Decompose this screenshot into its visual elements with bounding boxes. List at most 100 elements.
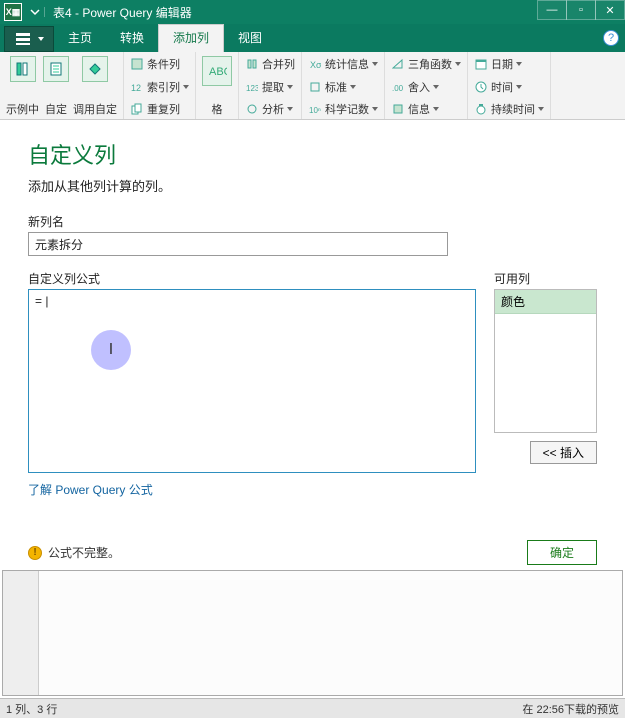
conditional-column-button[interactable]: 条件列 bbox=[130, 56, 189, 72]
sci-icon: 10ⁿ bbox=[309, 103, 321, 115]
merge-columns-button[interactable]: 合并列 bbox=[245, 56, 295, 72]
svg-text:Xσ: Xσ bbox=[310, 60, 321, 70]
chevron-down-icon bbox=[183, 85, 189, 89]
chevron-down-icon bbox=[38, 37, 44, 41]
chevron-down-icon bbox=[455, 62, 461, 66]
column-from-examples-icon[interactable] bbox=[10, 56, 36, 82]
custom-column-icon[interactable] bbox=[43, 56, 69, 82]
merge-icon bbox=[246, 58, 258, 70]
chevron-down-icon bbox=[538, 107, 544, 111]
extract-button[interactable]: 123提取 bbox=[245, 79, 295, 95]
chevron-down-icon bbox=[433, 85, 439, 89]
warning-icon: ! bbox=[28, 546, 42, 560]
column-from-examples-label: 示例中 bbox=[6, 101, 39, 117]
minimize-button[interactable]: — bbox=[537, 0, 567, 20]
index-column-button[interactable]: 12索引列 bbox=[130, 79, 189, 95]
duration-icon bbox=[475, 103, 487, 115]
formula-label: 自定义列公式 bbox=[28, 270, 476, 287]
title-bar: X▦ 表4 - Power Query 编辑器 — ▫ ✕ bbox=[0, 0, 625, 24]
available-column-item[interactable]: 颜色 bbox=[495, 290, 596, 314]
chevron-down-icon bbox=[433, 107, 439, 111]
parse-icon bbox=[246, 103, 258, 115]
duplicate-column-button[interactable]: 重复列 bbox=[130, 101, 189, 117]
available-columns-label: 可用列 bbox=[494, 270, 597, 287]
chevron-down-icon bbox=[516, 62, 522, 66]
calendar-icon bbox=[475, 58, 487, 70]
duplicate-icon bbox=[131, 103, 143, 115]
clock-icon bbox=[475, 81, 487, 93]
svg-text:123: 123 bbox=[246, 84, 258, 93]
menu-icon bbox=[15, 32, 35, 46]
chevron-down-icon bbox=[372, 107, 378, 111]
excel-app-icon: X▦ bbox=[4, 3, 22, 21]
ribbon-group-format: ABC 格 bbox=[196, 52, 239, 119]
insert-button[interactable]: << 插入 bbox=[530, 441, 597, 464]
status-left: 1 列、3 行 bbox=[6, 701, 57, 717]
ribbon-group-datetime: 日期 时间 持续时间 bbox=[468, 52, 551, 119]
custom-column-dialog: 自定义列 添加从其他列计算的列。 新列名 自定义列公式 = | I 了解 Pow… bbox=[0, 120, 625, 596]
status-bar: 1 列、3 行 在 22:56下载的预览 bbox=[0, 698, 625, 718]
chevron-down-icon bbox=[350, 85, 356, 89]
formula-textarea[interactable]: = | I bbox=[28, 289, 476, 473]
window-title: 表4 - Power Query 编辑器 bbox=[45, 4, 192, 21]
standard-button[interactable]: 标准 bbox=[308, 79, 378, 95]
status-right: 在 22:56下载的预览 bbox=[522, 701, 619, 717]
close-button[interactable]: ✕ bbox=[595, 0, 625, 20]
dialog-title: 自定义列 bbox=[28, 138, 597, 170]
invoke-custom-label: 调用自定 bbox=[73, 101, 117, 117]
duration-button[interactable]: 持续时间 bbox=[474, 101, 544, 117]
trig-button[interactable]: 三角函数 bbox=[391, 56, 461, 72]
ribbon: 示例中 自定 调用自定 条件列 12索引列 重复列 ABC 格 合并列 123提… bbox=[0, 52, 625, 120]
format-icon[interactable]: ABC bbox=[202, 56, 232, 86]
new-column-name-input[interactable] bbox=[28, 232, 448, 256]
new-column-name-label: 新列名 bbox=[28, 213, 597, 230]
svg-text:12: 12 bbox=[131, 83, 141, 93]
chevron-down-icon bbox=[372, 62, 378, 66]
available-columns-list[interactable]: 颜色 bbox=[494, 289, 597, 433]
index-icon: 12 bbox=[131, 81, 143, 93]
warning-text: 公式不完整。 bbox=[48, 544, 120, 561]
svg-text:.00: .00 bbox=[392, 84, 404, 93]
tab-add-column[interactable]: 添加列 bbox=[158, 24, 224, 52]
custom-column-label: 自定 bbox=[43, 101, 69, 117]
maximize-button[interactable]: ▫ bbox=[566, 0, 596, 20]
svg-text:ABC: ABC bbox=[209, 66, 227, 78]
scientific-button[interactable]: 10ⁿ科学记数 bbox=[308, 101, 378, 117]
quick-access bbox=[26, 7, 45, 17]
info-icon bbox=[392, 103, 404, 115]
date-button[interactable]: 日期 bbox=[474, 56, 544, 72]
chevron-down-icon bbox=[287, 107, 293, 111]
format-label: 格 bbox=[202, 101, 232, 117]
rounding-button[interactable]: .00舍入 bbox=[391, 79, 461, 95]
conditional-icon bbox=[131, 58, 143, 70]
data-preview-panel bbox=[2, 570, 623, 696]
statistics-button[interactable]: Xσ统计信息 bbox=[308, 56, 378, 72]
standard-icon bbox=[309, 81, 321, 93]
help-button[interactable]: ? bbox=[603, 30, 619, 46]
extract-icon: 123 bbox=[246, 81, 258, 93]
text-cursor-icon: I bbox=[91, 330, 131, 370]
tab-home[interactable]: 主页 bbox=[54, 25, 106, 52]
invoke-custom-icon[interactable] bbox=[82, 56, 108, 82]
ribbon-group-number: Xσ统计信息 标准 10ⁿ科学记数 bbox=[302, 52, 385, 119]
trig-icon bbox=[392, 58, 404, 70]
stats-icon: Xσ bbox=[309, 58, 321, 70]
round-icon: .00 bbox=[392, 81, 404, 93]
ribbon-tabs: 主页 转换 添加列 视图 ? bbox=[0, 24, 625, 52]
parse-button[interactable]: 分析 bbox=[245, 101, 295, 117]
ribbon-group-text: 合并列 123提取 分析 bbox=[239, 52, 302, 119]
information-button[interactable]: 信息 bbox=[391, 101, 461, 117]
ribbon-group-trig: 三角函数 .00舍入 信息 bbox=[385, 52, 468, 119]
ribbon-group-columns: 示例中 自定 调用自定 bbox=[0, 52, 124, 119]
chevron-down-icon bbox=[516, 85, 522, 89]
svg-text:10ⁿ: 10ⁿ bbox=[309, 106, 321, 115]
dialog-subtitle: 添加从其他列计算的列。 bbox=[28, 176, 597, 195]
formula-warning: ! 公式不完整。 bbox=[28, 544, 120, 561]
ok-button[interactable]: 确定 bbox=[527, 540, 597, 565]
file-menu-button[interactable] bbox=[4, 26, 54, 52]
tab-transform[interactable]: 转换 bbox=[106, 25, 158, 52]
time-button[interactable]: 时间 bbox=[474, 79, 544, 95]
learn-formula-link[interactable]: 了解 Power Query 公式 bbox=[28, 481, 476, 498]
formula-value: = | bbox=[35, 294, 48, 308]
tab-view[interactable]: 视图 bbox=[224, 25, 276, 52]
